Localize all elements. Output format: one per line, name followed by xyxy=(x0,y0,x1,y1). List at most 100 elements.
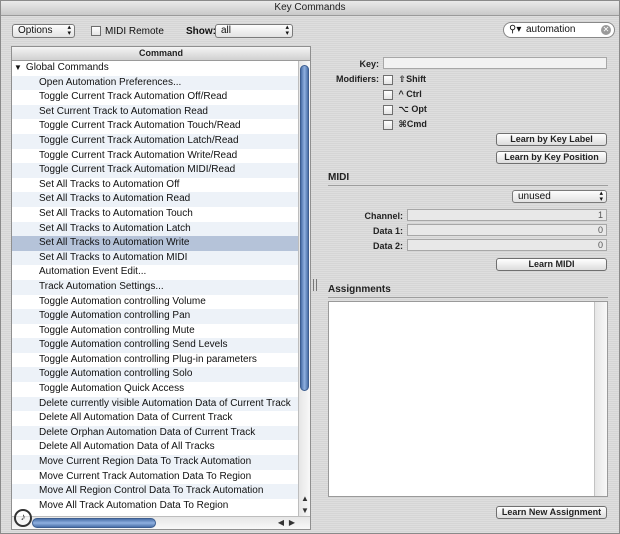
command-row[interactable]: Delete All Automation Data of Current Tr… xyxy=(12,411,298,426)
modifiers-label: Modifiers: xyxy=(335,74,379,84)
command-row[interactable]: Toggle Automation Quick Access xyxy=(12,382,298,397)
command-row[interactable]: Toggle Current Track Automation Latch/Re… xyxy=(12,133,298,149)
command-column-header[interactable]: Command xyxy=(12,47,310,61)
command-row[interactable]: Toggle Automation controlling Plug-in pa… xyxy=(12,353,298,368)
scroll-left-arrow-icon[interactable]: ◀ xyxy=(278,518,284,527)
command-row[interactable]: Toggle Current Track Automation Off/Read xyxy=(12,90,298,105)
modifier-opt[interactable]: ⌥ Opt xyxy=(383,104,427,115)
command-row[interactable]: Set All Tracks to Automation Write xyxy=(12,236,298,251)
midi-section-title: MIDI xyxy=(328,172,350,183)
key-commands-window: Key Commands Options ▴ ▾ MIDI Remote Show… xyxy=(0,0,620,534)
data1-field[interactable]: 0 xyxy=(407,224,607,236)
clear-search-icon[interactable]: ✕ xyxy=(601,25,611,35)
channel-field[interactable]: 1 xyxy=(407,209,607,221)
midi-remote-checkbox[interactable] xyxy=(91,26,101,36)
command-row[interactable]: Delete All Automation Data of All Tracks xyxy=(12,440,298,455)
command-row[interactable]: Open Automation Preferences... xyxy=(12,75,298,91)
command-row[interactable]: Automation Event Edit... xyxy=(12,265,298,280)
opt-symbol-icon: ⌥ xyxy=(398,104,409,114)
shift-checkbox[interactable] xyxy=(383,74,393,85)
key-label: Key: xyxy=(359,59,379,69)
vertical-scrollbar[interactable]: ▲ ▼ xyxy=(298,61,310,517)
shift-label: Shift xyxy=(406,74,427,84)
command-row[interactable]: Set Current Track to Automation Read xyxy=(12,104,298,120)
command-row[interactable]: Move All Region Control Data To Track Au… xyxy=(12,484,298,499)
ctrl-label: Ctrl xyxy=(406,89,422,99)
command-row[interactable]: Toggle Automation controlling Send Level… xyxy=(12,338,298,353)
show-label: Show: xyxy=(186,26,216,37)
command-row[interactable]: Toggle Automation controlling Solo xyxy=(12,367,298,383)
learn-by-key-label-button[interactable]: Learn by Key Label xyxy=(496,133,607,146)
command-row[interactable]: Set All Tracks to Automation Off xyxy=(12,178,298,193)
modifier-ctrl[interactable]: ^ Ctrl xyxy=(383,89,422,100)
command-list: ▼ Global Commands Open Automation Prefere… xyxy=(12,61,298,517)
assignments-section-title: Assignments xyxy=(328,284,391,295)
command-row[interactable]: Set All Tracks to Automation Touch xyxy=(12,207,298,222)
command-row[interactable]: Toggle Current Track Automation MIDI/Rea… xyxy=(12,163,298,178)
midi-type-value: unused xyxy=(518,191,551,202)
learn-midi-button[interactable]: Learn MIDI xyxy=(496,258,607,271)
search-input[interactable]: automation xyxy=(526,24,575,35)
disclosure-triangle-icon[interactable]: ▼ xyxy=(14,63,22,72)
command-row[interactable]: Toggle Automation controlling Pan xyxy=(12,309,298,324)
command-row[interactable]: Toggle Current Track Automation Write/Re… xyxy=(12,149,298,164)
command-list-panel: Command ▼ Global Commands Open Automation… xyxy=(11,46,311,530)
assignments-scrollbar[interactable] xyxy=(594,302,607,496)
horizontal-scroll-thumb[interactable] xyxy=(32,518,156,528)
midi-remote-label: MIDI Remote xyxy=(105,26,164,37)
data1-label: Data 1: xyxy=(372,226,403,236)
learn-by-key-position-button[interactable]: Learn by Key Position xyxy=(496,151,607,164)
command-row[interactable]: Delete Orphan Automation Data of Current… xyxy=(12,425,298,441)
modifier-cmd[interactable]: ⌘Cmd xyxy=(383,119,427,130)
learn-new-assignment-button[interactable]: Learn New Assignment xyxy=(496,506,607,519)
options-label: Options xyxy=(18,25,53,36)
details-panel: Key: Modifiers: ⇧Shift ^ Ctrl ⌥ Opt ⌘Cmd… xyxy=(319,46,615,530)
shift-symbol-icon: ⇧ xyxy=(398,74,407,84)
command-row[interactable]: Toggle Automation controlling Mute xyxy=(12,324,298,339)
popup-arrows-icon: ▴ ▾ xyxy=(67,24,71,37)
command-row[interactable]: Set All Tracks to Automation Read xyxy=(12,192,298,207)
command-row[interactable]: Move Current Region Data To Track Automa… xyxy=(12,455,298,470)
music-note-icon: ♪ xyxy=(14,509,32,527)
cmd-symbol-icon: ⌘ xyxy=(398,119,407,129)
command-row[interactable]: Move Current Track Automation Data To Re… xyxy=(12,470,298,485)
command-row[interactable]: Set All Tracks to Automation Latch xyxy=(12,221,298,237)
window-title: Key Commands xyxy=(1,1,619,16)
assignments-divider xyxy=(328,297,608,298)
opt-checkbox[interactable] xyxy=(383,104,393,115)
midi-divider xyxy=(328,185,608,186)
command-row[interactable]: Toggle Current Track Automation Touch/Re… xyxy=(12,119,298,134)
horizontal-scrollbar[interactable]: ◀ ▶ xyxy=(12,516,310,529)
show-popup[interactable]: all ▴ ▾ xyxy=(215,24,293,38)
scroll-right-arrow-icon[interactable]: ▶ xyxy=(289,518,295,527)
ctrl-checkbox[interactable] xyxy=(383,89,393,100)
show-value: all xyxy=(221,25,232,36)
panel-splitter[interactable] xyxy=(313,279,317,291)
cmd-label: Cmd xyxy=(406,119,427,129)
midi-type-popup[interactable]: unused ▴ ▾ xyxy=(512,190,607,203)
assignments-list[interactable] xyxy=(328,301,608,497)
command-row[interactable]: Toggle Automation controlling Volume xyxy=(12,295,298,310)
search-icon: ⚲▾ xyxy=(509,24,522,35)
opt-label: Opt xyxy=(411,104,427,114)
command-row[interactable]: Delete currently visible Automation Data… xyxy=(12,396,298,412)
popup-arrows-icon: ▴ ▾ xyxy=(599,190,603,203)
scroll-up-arrow-icon[interactable]: ▲ xyxy=(301,494,309,503)
channel-label: Channel: xyxy=(364,211,403,221)
search-field[interactable]: ⚲▾ automation ✕ xyxy=(503,22,615,38)
popup-arrows-icon: ▴ ▾ xyxy=(285,24,289,37)
group-label: Global Commands xyxy=(25,62,109,73)
cmd-checkbox[interactable] xyxy=(383,119,393,130)
command-row[interactable]: Move All Track Automation Data To Region xyxy=(12,499,298,514)
data2-label: Data 2: xyxy=(372,241,403,251)
command-row[interactable]: Track Automation Settings... xyxy=(12,279,298,295)
scroll-down-arrow-icon[interactable]: ▼ xyxy=(301,506,309,515)
modifier-shift[interactable]: ⇧Shift xyxy=(383,74,426,85)
command-row[interactable]: Set All Tracks to Automation MIDI xyxy=(12,250,298,266)
group-row-global-commands[interactable]: ▼ Global Commands xyxy=(12,61,298,76)
data2-field[interactable]: 0 xyxy=(407,239,607,251)
options-popup[interactable]: Options ▴ ▾ xyxy=(12,24,75,38)
ctrl-symbol-icon: ^ xyxy=(398,89,404,99)
key-field[interactable] xyxy=(383,57,607,69)
vertical-scroll-thumb[interactable] xyxy=(300,65,309,391)
